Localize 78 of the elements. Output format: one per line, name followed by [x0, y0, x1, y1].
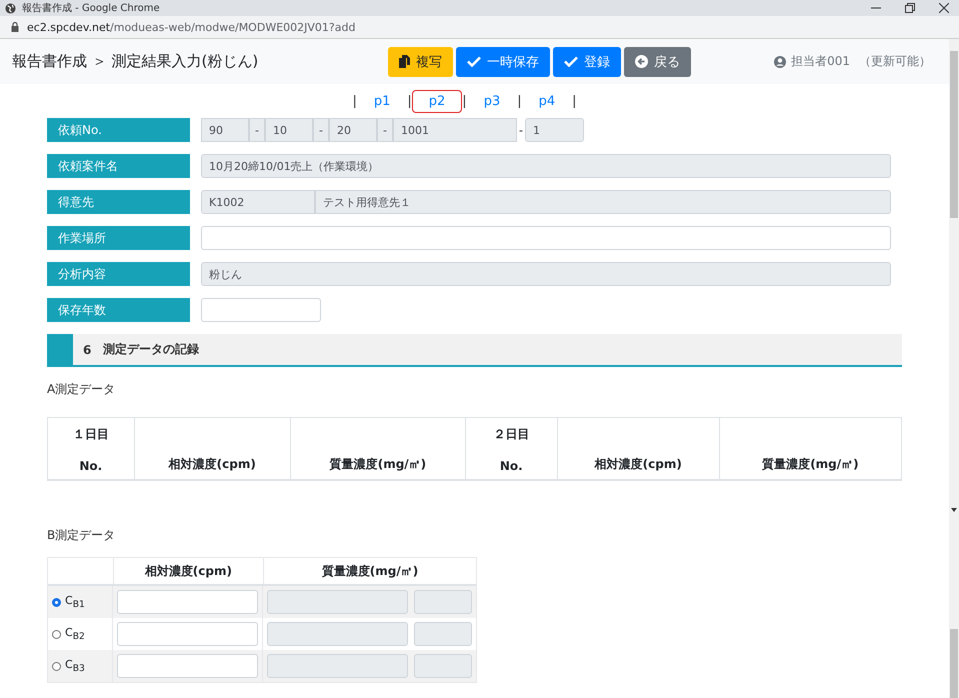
- row-label: C$_{B2}$: [65, 626, 85, 642]
- page-link[interactable]: p1: [356, 90, 408, 112]
- radio-button[interactable]: [52, 630, 61, 638]
- column-heading: No.: [500, 459, 523, 473]
- input-field[interactable]: [117, 654, 258, 678]
- input-field: [414, 590, 472, 614]
- user-name: 担当者001: [791, 53, 850, 70]
- input-field: 20: [329, 118, 377, 142]
- user-icon: [774, 56, 786, 68]
- input-field: [414, 654, 472, 678]
- column-heading: No.: [79, 459, 102, 473]
- input-field[interactable]: [117, 622, 258, 646]
- restore-icon[interactable]: [905, 3, 915, 13]
- input-field: テスト用得意先１: [315, 190, 891, 214]
- column-heading: 相対濃度(cpm): [594, 456, 682, 473]
- copy-button[interactable]: 複写: [388, 46, 453, 76]
- input-field[interactable]: [117, 590, 258, 614]
- input-field[interactable]: [201, 226, 891, 250]
- scroll-thumb[interactable]: [950, 51, 958, 218]
- column-heading: 質量濃度(mg/㎥): [762, 456, 859, 473]
- column-heading: 相対濃度(cpm): [168, 456, 256, 473]
- scroll-down-icon[interactable]: [951, 508, 957, 512]
- globe-icon: [5, 2, 16, 14]
- separator-addon: -: [249, 118, 265, 142]
- dash-text: -: [518, 124, 524, 136]
- field-label: 依頼案件名: [47, 154, 190, 178]
- day-label: １日目: [72, 426, 109, 443]
- column-heading: 質量濃度(mg/㎥): [320, 562, 420, 580]
- radio-button[interactable]: [52, 662, 61, 670]
- input-field: 90: [201, 118, 249, 142]
- window-title: 報告書作成 - Google Chrome: [22, 2, 161, 15]
- scroll-thumb[interactable]: [950, 629, 958, 698]
- input-field: K1002: [201, 190, 315, 214]
- input-field: [414, 622, 472, 646]
- separator-text: |: [352, 94, 357, 108]
- check-icon: [467, 56, 481, 67]
- page-link[interactable]: p2: [412, 90, 462, 112]
- url-text[interactable]: ec2.spcdev.net/modueas-web/modwe/MODWE002JV01?add: [27, 20, 356, 34]
- input-field: 1: [524, 118, 584, 142]
- lock-icon: [11, 22, 19, 32]
- close-icon[interactable]: [939, 3, 949, 13]
- column-heading: 相対濃度(cpm): [114, 558, 264, 584]
- separator-text: |: [572, 94, 577, 108]
- input-field[interactable]: [201, 298, 321, 322]
- scrollbar[interactable]: [949, 39, 959, 698]
- copy-icon: [399, 55, 410, 68]
- page-link[interactable]: p4: [522, 90, 572, 112]
- input-field: 10月20締10/01売上（作業環境）: [201, 154, 891, 178]
- arrow-left-icon: [635, 55, 648, 68]
- page-link[interactable]: p3: [466, 90, 518, 112]
- radio-button[interactable]: [52, 598, 61, 606]
- column-heading: 質量濃度(mg/㎥): [330, 456, 426, 473]
- row-label: C$_{B3}$: [65, 658, 85, 674]
- field-label: 得意先: [47, 190, 190, 214]
- separator-text: |: [517, 94, 522, 108]
- day-label: ２日目: [493, 426, 530, 443]
- input-field: 1001: [393, 118, 517, 142]
- field-label: 分析内容: [47, 262, 190, 286]
- separator-text: |: [462, 94, 467, 108]
- input-field: 10: [265, 118, 313, 142]
- separator-addon: -: [313, 118, 329, 142]
- save-button[interactable]: 一時保存: [456, 46, 550, 76]
- section-title: 測定データの記録: [103, 341, 199, 358]
- separator-text: |: [407, 94, 412, 108]
- input-field: 粉じん: [201, 262, 891, 286]
- field-label: 作業場所: [47, 226, 190, 250]
- check-icon: [564, 56, 578, 67]
- breadcrumb: 報告書作成 ＞ 測定結果入力(粉じん): [12, 52, 260, 71]
- field-label: 保存年数: [47, 298, 190, 322]
- edit-status: （更新可能）: [859, 53, 931, 70]
- table-title: A測定データ: [47, 381, 116, 398]
- field-label: 依頼No.: [47, 118, 190, 142]
- table-title: B測定データ: [47, 527, 116, 544]
- back-button[interactable]: 戻る: [624, 46, 691, 76]
- row-label: C$_{B1}$: [65, 594, 85, 610]
- register-button[interactable]: 登録: [553, 46, 621, 76]
- section-number: 6: [83, 342, 92, 356]
- separator-addon: -: [377, 118, 393, 142]
